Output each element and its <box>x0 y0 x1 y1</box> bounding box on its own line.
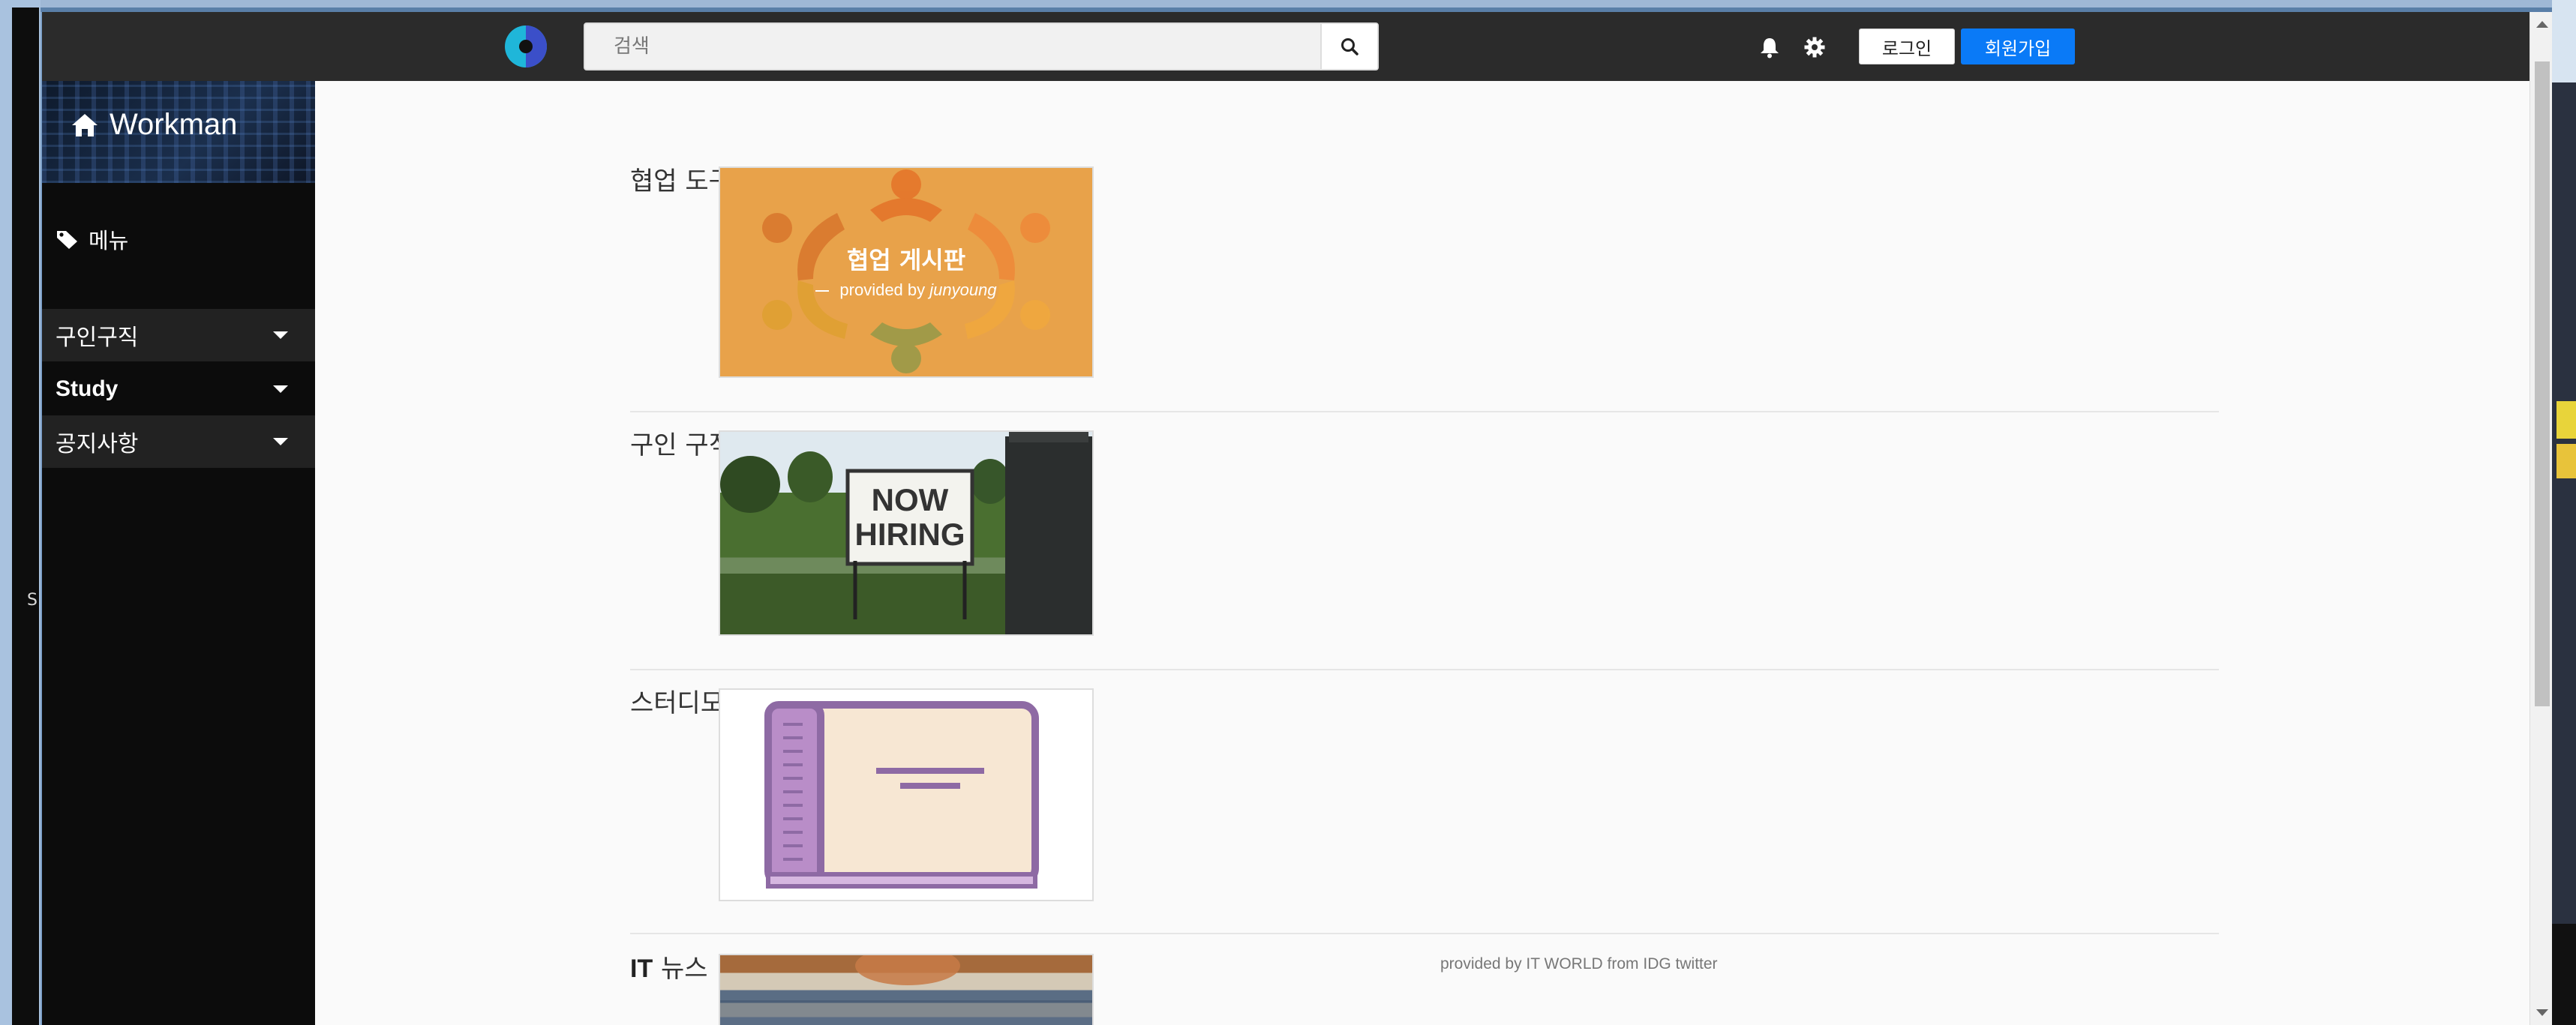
brand-name: Workman <box>110 108 238 141</box>
top-navbar: 로그인 회원가입 <box>42 12 2529 81</box>
chevron-down-icon <box>273 438 288 445</box>
notebook-icon <box>764 701 1039 889</box>
section-divider <box>630 669 2219 670</box>
desktop-right-marker <box>2556 401 2576 439</box>
home-icon <box>72 113 98 136</box>
menu-heading: 메뉴 <box>56 223 128 255</box>
browser-window: 로그인 회원가입 Workman 메뉴 구인구직 Study <box>41 12 2552 1025</box>
section-divider <box>630 933 2219 934</box>
search-input[interactable] <box>585 24 1322 69</box>
desktop-top-edge <box>0 0 2576 7</box>
search-bar <box>584 22 1379 70</box>
hiring-sign-line-2: HIRING <box>854 517 965 552</box>
jobs-hiring-card[interactable]: NOW HIRING <box>719 430 1094 636</box>
sidebar-item-label: Study <box>56 376 119 401</box>
collab-card-provided: provided by <box>839 280 930 299</box>
collab-card-author: junyoung <box>929 280 997 299</box>
sidebar-brand-banner: Workman <box>42 81 315 183</box>
site-logo[interactable] <box>497 22 555 70</box>
section-divider <box>630 411 2219 412</box>
hiring-sign-line-1: NOW <box>871 482 949 517</box>
notification-button[interactable] <box>1757 34 1782 60</box>
desktop-right-marker-2 <box>2556 444 2576 478</box>
desktop-right-edge <box>2552 0 2576 1025</box>
search-icon <box>1341 38 1359 55</box>
chevron-down-icon <box>273 385 288 393</box>
collab-board-card[interactable]: 협업 게시판 provided by junyoung <box>719 166 1094 378</box>
section-title-jobs: 구인 구직 <box>630 430 732 460</box>
it-news-credit: provided by IT WORLD from IDG twitter <box>1440 955 1718 973</box>
login-button[interactable]: 로그인 <box>1859 28 1955 64</box>
dash-icon <box>815 290 830 292</box>
sidebar-item-jobs[interactable]: 구인구직 <box>42 309 315 361</box>
sidebar-item-label: 공지사항 <box>56 431 139 457</box>
brand-link[interactable]: Workman <box>71 108 237 142</box>
scroll-up-icon[interactable] <box>2536 21 2548 28</box>
sidebar: Workman 메뉴 구인구직 Study 공지사항 <box>42 81 315 1025</box>
it-news-title-bold: IT <box>630 955 653 983</box>
bell-icon <box>1761 38 1779 58</box>
section-title-collab: 협업 도구 <box>630 166 732 196</box>
scroll-down-icon[interactable] <box>2536 1009 2548 1016</box>
main-content: 협업 도구 협업 게시판 provided by junyoung 구인 구직 … <box>315 81 2529 1025</box>
newspaper-photo-icon <box>720 955 1092 1025</box>
it-news-title-rest: 뉴스 <box>653 954 708 984</box>
sidebar-item-notice[interactable]: 공지사항 <box>42 415 315 468</box>
hiring-sign-text: NOW HIRING <box>848 483 972 552</box>
settings-button[interactable] <box>1802 34 1827 60</box>
collab-card-title: 협업 게시판 <box>846 246 966 274</box>
collab-card-subtitle: provided by junyoung <box>720 280 1092 300</box>
logo-icon <box>505 25 547 67</box>
desktop-right-panel <box>2552 924 2576 1025</box>
study-group-card[interactable] <box>719 688 1094 901</box>
menu-heading-label: 메뉴 <box>89 228 129 253</box>
chevron-down-icon <box>273 331 288 339</box>
search-button[interactable] <box>1320 24 1377 69</box>
sidebar-item-study[interactable]: Study <box>42 363 315 415</box>
signup-button[interactable]: 회원가입 <box>1961 28 2075 64</box>
desktop-left-panel <box>12 7 39 1025</box>
tag-icon <box>57 231 77 249</box>
it-news-card[interactable] <box>719 954 1094 1025</box>
section-title-it-news: IT 뉴스 <box>630 948 708 985</box>
desktop-edge-text: S <box>27 591 38 610</box>
sidebar-item-label: 구인구직 <box>56 325 139 351</box>
vertical-scrollbar[interactable] <box>2529 12 2552 1025</box>
gear-icon <box>1804 37 1825 58</box>
scroll-thumb[interactable] <box>2535 61 2550 706</box>
